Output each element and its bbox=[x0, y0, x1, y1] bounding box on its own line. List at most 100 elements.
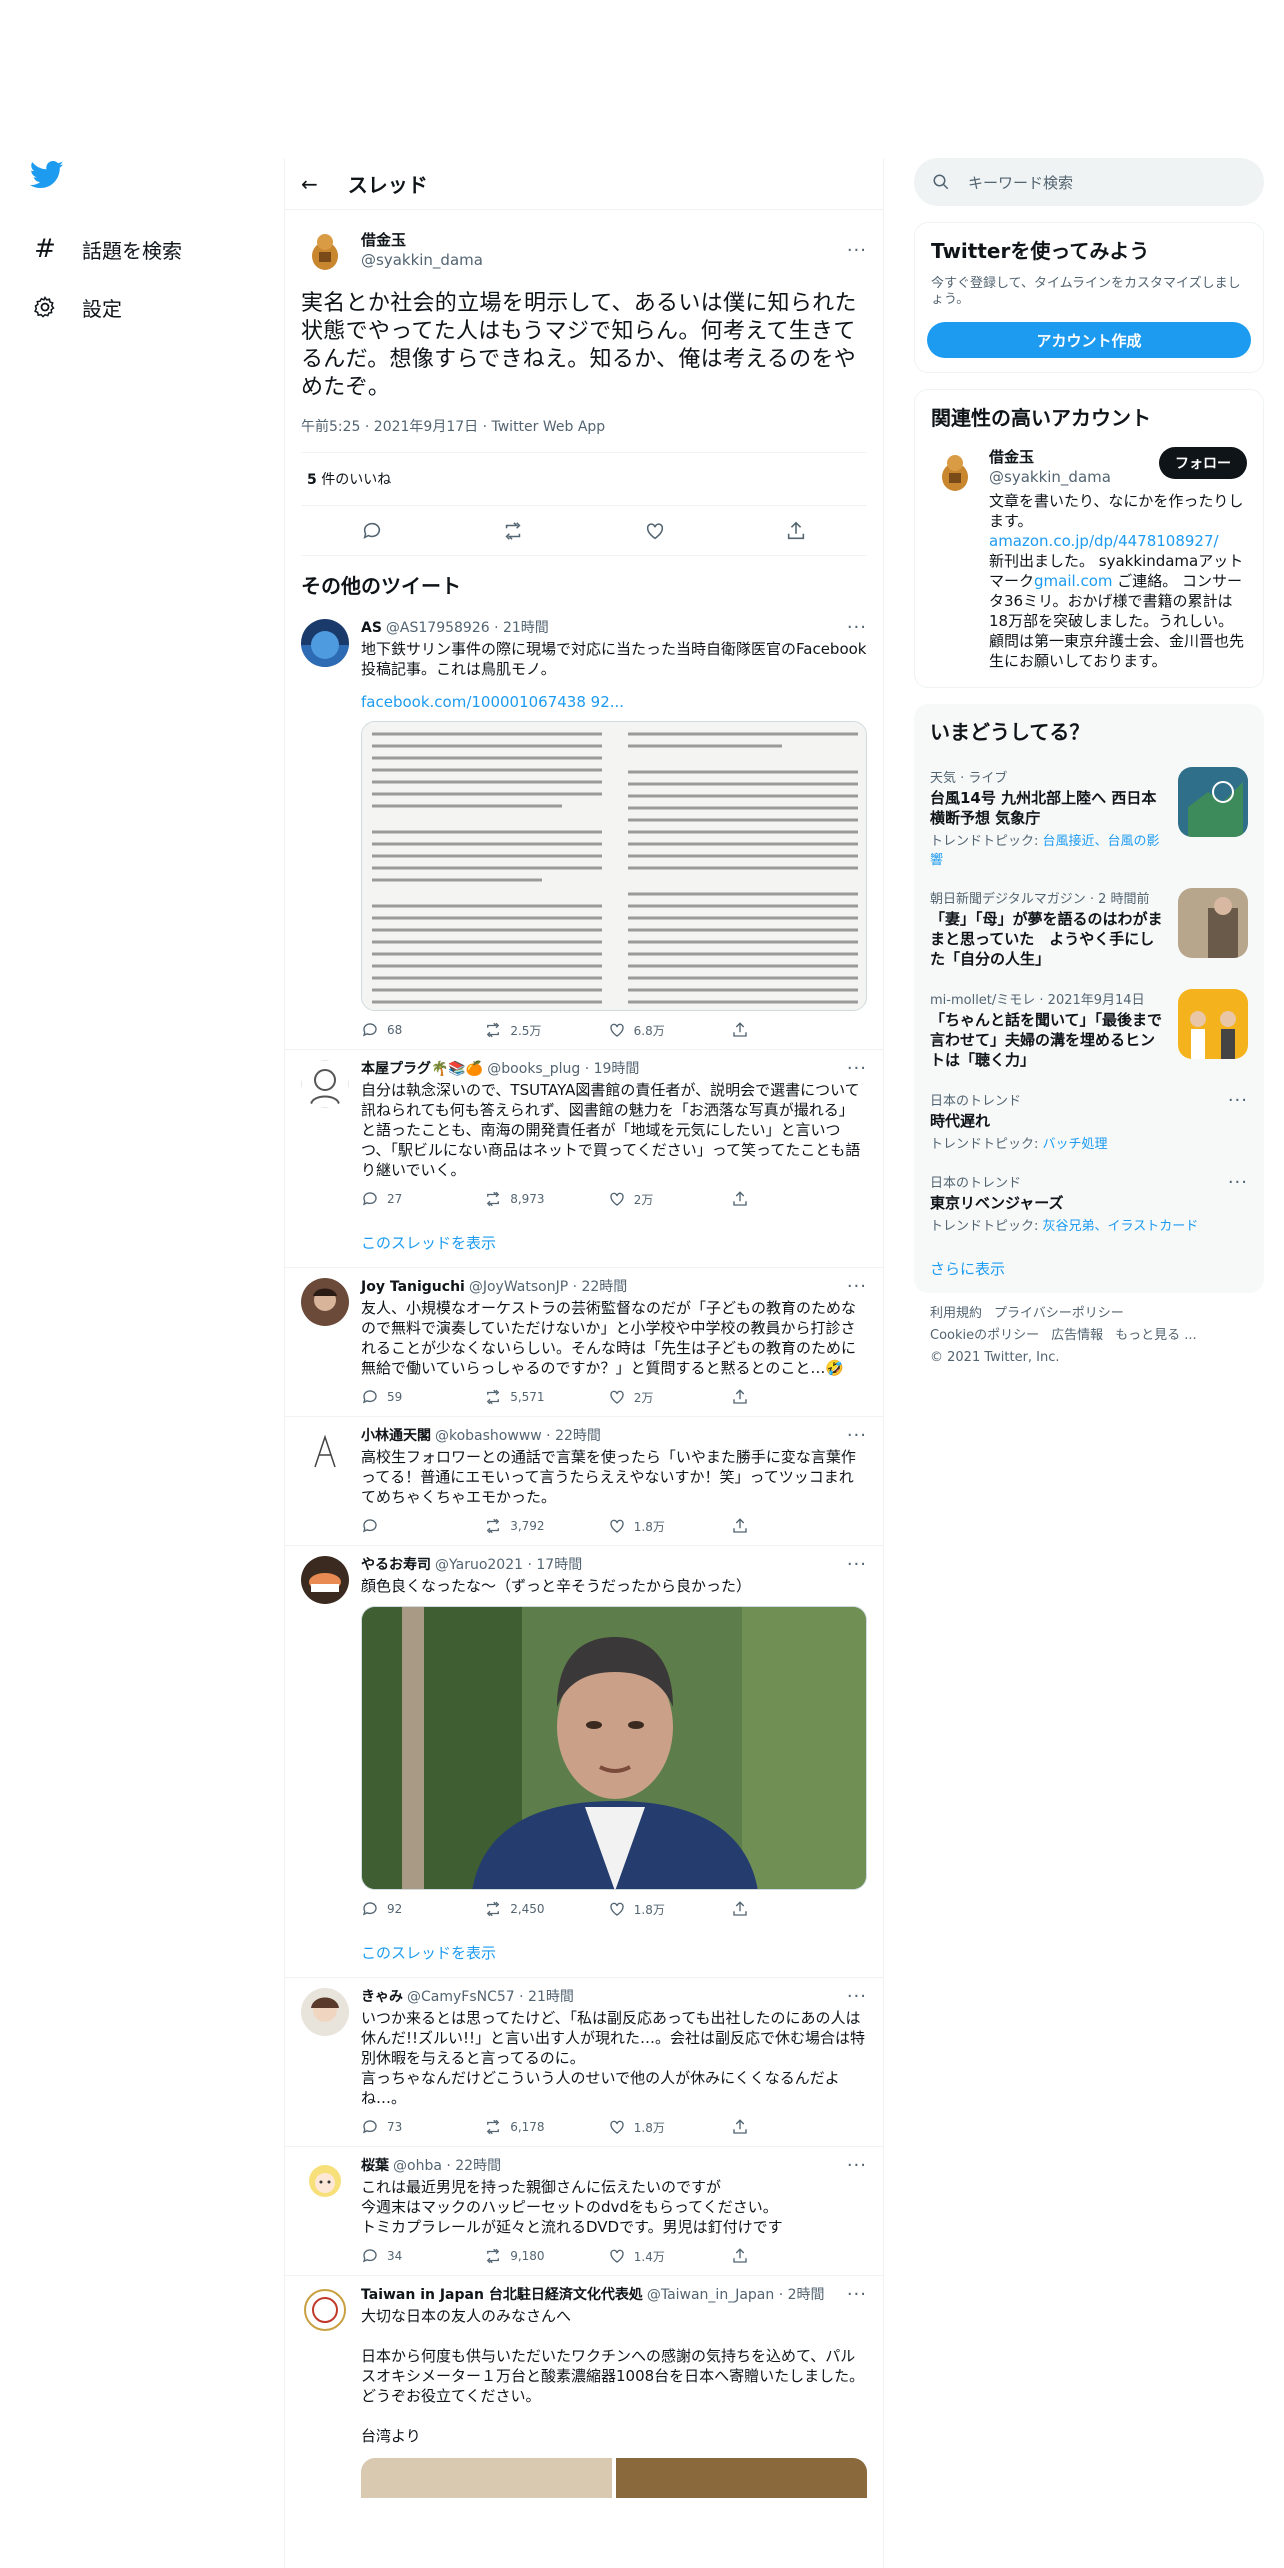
trend-item[interactable]: 天気 · ライブ 台風14号 九州北部上陸へ 西日本横断予想 気象庁 トレンドト… bbox=[914, 757, 1264, 878]
like-icon[interactable] bbox=[644, 520, 666, 542]
follow-button[interactable]: フォロー bbox=[1159, 447, 1247, 479]
tweet-media-grid[interactable] bbox=[361, 2458, 867, 2498]
tweet-item[interactable]: 小林通天閣 @kobashowww · 22時間 ··· 高校生フォロワーとの通話で… bbox=[285, 1417, 883, 1546]
more-options-icon[interactable]: ··· bbox=[847, 619, 867, 637]
reply-button[interactable]: 27 bbox=[361, 1190, 421, 1208]
author-name[interactable]: やるお寿司 bbox=[361, 1556, 431, 1574]
trend-item[interactable]: 朝日新聞デジタルマガジン · 2 時間前 「妻」「母」が夢を語るのはわがままと思… bbox=[914, 878, 1264, 979]
avatar[interactable] bbox=[301, 1427, 349, 1475]
bio-link[interactable]: amazon.co.jp/dp/4478108927/ bbox=[989, 532, 1219, 550]
avatar[interactable] bbox=[301, 2157, 349, 2205]
reply-button[interactable]: 92 bbox=[361, 1900, 421, 1918]
more-options-icon[interactable]: ··· bbox=[847, 2286, 867, 2304]
tweet-link[interactable]: facebook.com/100001067438 92... bbox=[361, 693, 867, 711]
like-button[interactable]: 2万 bbox=[608, 1388, 668, 1406]
bio-link[interactable]: gmail.com bbox=[1034, 572, 1112, 590]
retweet-button[interactable]: 6,178 bbox=[484, 2118, 545, 2136]
share-button[interactable] bbox=[731, 1900, 791, 1918]
avatar[interactable] bbox=[301, 1556, 349, 1604]
more-options-icon[interactable]: ··· bbox=[847, 2157, 867, 2175]
author-handle[interactable]: @AS17958926 · 21時間 bbox=[386, 619, 847, 637]
author-handle[interactable]: @CamyFsNC57 · 21時間 bbox=[407, 1988, 847, 2006]
author-handle[interactable]: @syakkin_dama bbox=[361, 250, 847, 270]
share-button[interactable] bbox=[731, 1021, 791, 1039]
media-thumb[interactable] bbox=[361, 2458, 612, 2498]
retweet-button[interactable]: 3,792 bbox=[484, 1517, 545, 1535]
more-options-icon[interactable]: ··· bbox=[847, 240, 867, 261]
author-name[interactable]: 小林通天閣 bbox=[361, 1427, 431, 1445]
like-button[interactable]: 1.8万 bbox=[608, 1900, 668, 1918]
reply-button[interactable] bbox=[361, 1517, 421, 1535]
back-arrow-icon[interactable]: ← bbox=[301, 172, 318, 196]
reply-icon[interactable] bbox=[361, 520, 383, 542]
footer-link-privacy[interactable]: プライバシーポリシー bbox=[994, 1306, 1124, 1321]
media-thumb[interactable] bbox=[616, 2458, 867, 2498]
avatar[interactable] bbox=[931, 447, 979, 495]
retweet-button[interactable]: 9,180 bbox=[484, 2247, 545, 2265]
author-name[interactable]: Joy Taniguchi bbox=[361, 1278, 465, 1296]
more-options-icon[interactable]: ··· bbox=[1228, 1172, 1248, 1234]
tweet-image[interactable] bbox=[361, 721, 867, 1011]
retweet-icon[interactable] bbox=[502, 520, 524, 542]
author-name[interactable]: 借金玉 bbox=[361, 230, 847, 250]
tweet-item[interactable]: やるお寿司 @Yaruo2021 · 17時間 ··· 顔色良くなったな〜（ずっと辛… bbox=[285, 1546, 883, 1928]
author-handle[interactable]: @kobashowww · 22時間 bbox=[435, 1427, 847, 1445]
author-name[interactable]: 桜葉 bbox=[361, 2157, 389, 2175]
tweet-item[interactable]: きゃみ @CamyFsNC57 · 21時間 ··· いつか来るとは思ってたけど、「… bbox=[285, 1978, 883, 2147]
show-more-link[interactable]: さらに表示 bbox=[914, 1244, 1264, 1293]
main-tweet-meta[interactable]: 午前5:25 · 2021年9月17日 · Twitter Web App bbox=[301, 416, 867, 453]
like-button[interactable]: 1.8万 bbox=[608, 1517, 668, 1535]
share-button[interactable] bbox=[731, 2118, 791, 2136]
tweet-photo[interactable] bbox=[361, 1606, 867, 1890]
avatar[interactable] bbox=[301, 1278, 349, 1326]
trend-topic-link[interactable]: 灰谷兄弟、イラストカード bbox=[1043, 1219, 1199, 1234]
show-thread-link[interactable]: このスレッドを表示 bbox=[285, 1928, 883, 1978]
avatar[interactable] bbox=[301, 1988, 349, 2036]
retweet-button[interactable]: 5,571 bbox=[484, 1388, 545, 1406]
share-icon[interactable] bbox=[785, 520, 807, 542]
like-button[interactable]: 2万 bbox=[608, 1190, 668, 1208]
avatar[interactable] bbox=[301, 226, 349, 274]
show-thread-link[interactable]: このスレッドを表示 bbox=[285, 1218, 883, 1268]
tweet-item[interactable]: 桜葉 @ohba · 22時間 ··· これは最近男児を持った親御さんに伝えたいので… bbox=[285, 2147, 883, 2276]
author-name[interactable]: AS bbox=[361, 619, 382, 637]
twitter-logo-icon[interactable] bbox=[30, 160, 66, 196]
avatar[interactable] bbox=[301, 2286, 349, 2334]
account-handle[interactable]: @syakkin_dama bbox=[989, 467, 1159, 487]
share-button[interactable] bbox=[731, 1517, 791, 1535]
trend-topic-link[interactable]: バッチ処理 bbox=[1043, 1137, 1108, 1152]
share-button[interactable] bbox=[731, 1190, 791, 1208]
tweet-item[interactable]: 本屋プラグ🌴📚🍊 @books_plug · 19時間 ··· 自分は執念深いので、… bbox=[285, 1050, 883, 1218]
avatar[interactable] bbox=[301, 1060, 349, 1108]
like-button[interactable]: 6.8万 bbox=[608, 1021, 668, 1039]
more-options-icon[interactable]: ··· bbox=[847, 1988, 867, 2006]
trend-item[interactable]: 日本のトレンド 東京リベンジャーズ トレンドトピック: 灰谷兄弟、イラストカード… bbox=[914, 1162, 1264, 1244]
more-options-icon[interactable]: ··· bbox=[847, 1060, 867, 1078]
reply-button[interactable]: 34 bbox=[361, 2247, 421, 2265]
retweet-button[interactable]: 8,973 bbox=[484, 1190, 545, 1208]
create-account-button[interactable]: アカウント作成 bbox=[927, 322, 1251, 358]
retweet-button[interactable]: 2,450 bbox=[484, 1900, 545, 1918]
footer-link-ads[interactable]: 広告情報 bbox=[1051, 1328, 1103, 1343]
share-button[interactable] bbox=[731, 1388, 791, 1406]
more-options-icon[interactable]: ··· bbox=[847, 1427, 867, 1445]
reply-button[interactable]: 68 bbox=[361, 1021, 421, 1039]
like-button[interactable]: 1.8万 bbox=[608, 2118, 668, 2136]
author-name[interactable]: 本屋プラグ🌴📚🍊 bbox=[361, 1060, 483, 1078]
tweet-item[interactable]: Joy Taniguchi @JoyWatsonJP · 22時間 ··· 友人、小… bbox=[285, 1268, 883, 1417]
nav-explore[interactable]: # 話題を検索 bbox=[30, 220, 270, 278]
like-button[interactable]: 1.4万 bbox=[608, 2247, 668, 2265]
footer-link-terms[interactable]: 利用規約 bbox=[930, 1306, 982, 1321]
more-options-icon[interactable]: ··· bbox=[847, 1278, 867, 1296]
nav-settings[interactable]: 設定 bbox=[30, 278, 270, 336]
tweet-item[interactable]: AS @AS17958926 · 21時間 ··· 地下鉄サリン事件の際に現場で対応… bbox=[285, 609, 883, 1050]
trend-item[interactable]: 日本のトレンド 時代遅れ トレンドトピック: バッチ処理 ··· bbox=[914, 1080, 1264, 1162]
footer-link-more[interactable]: もっと見る ... bbox=[1115, 1328, 1197, 1343]
retweet-button[interactable]: 2.5万 bbox=[484, 1021, 544, 1039]
more-options-icon[interactable]: ··· bbox=[1228, 1090, 1248, 1152]
tweet-item[interactable]: Taiwan in Japan 台北駐日経済文化代表処 @Taiwan_in_Ja… bbox=[285, 2276, 883, 2508]
reply-button[interactable]: 73 bbox=[361, 2118, 421, 2136]
author-handle[interactable]: @JoyWatsonJP · 22時間 bbox=[469, 1278, 847, 1296]
author-handle[interactable]: @books_plug · 19時間 bbox=[487, 1060, 847, 1078]
avatar[interactable] bbox=[301, 619, 349, 667]
